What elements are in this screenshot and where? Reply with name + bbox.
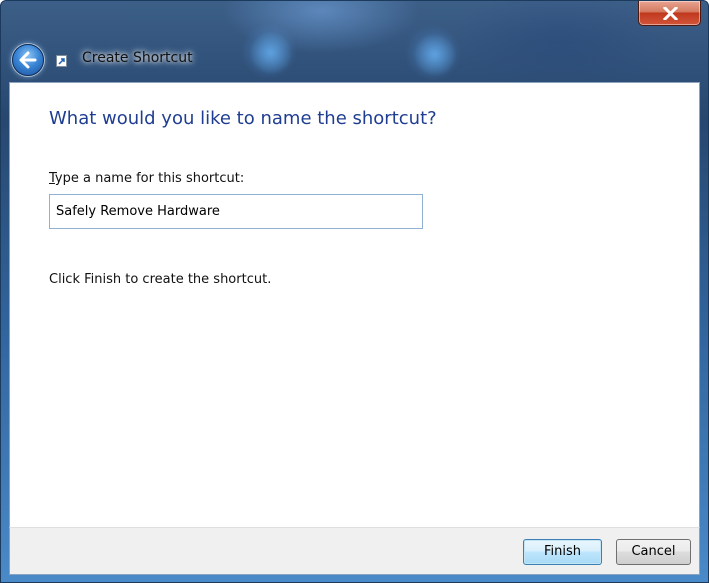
cancel-button[interactable]: Cancel (616, 539, 691, 565)
label-text: ype a name for this shortcut: (54, 171, 245, 186)
frame-glass-decoration (413, 33, 457, 77)
instructions-text: Click Finish to create the shortcut. (49, 272, 272, 287)
window-title: Create Shortcut (82, 50, 193, 66)
create-shortcut-window: Create Shortcut What would you like to n… (0, 0, 709, 583)
shortcut-icon (56, 55, 67, 67)
shortcut-name-label: Type a name for this shortcut: (49, 171, 244, 186)
wizard-content-panel: What would you like to name the shortcut… (9, 82, 700, 528)
frame-glass-decoration (249, 31, 293, 75)
close-icon (663, 7, 678, 20)
back-arrow-icon (19, 51, 37, 69)
page-heading: What would you like to name the shortcut… (49, 108, 437, 129)
close-button[interactable] (638, 1, 701, 26)
wizard-footer: Finish Cancel (9, 527, 700, 575)
shortcut-name-input[interactable] (49, 194, 423, 229)
back-button[interactable] (12, 44, 44, 76)
finish-button[interactable]: Finish (523, 539, 602, 565)
